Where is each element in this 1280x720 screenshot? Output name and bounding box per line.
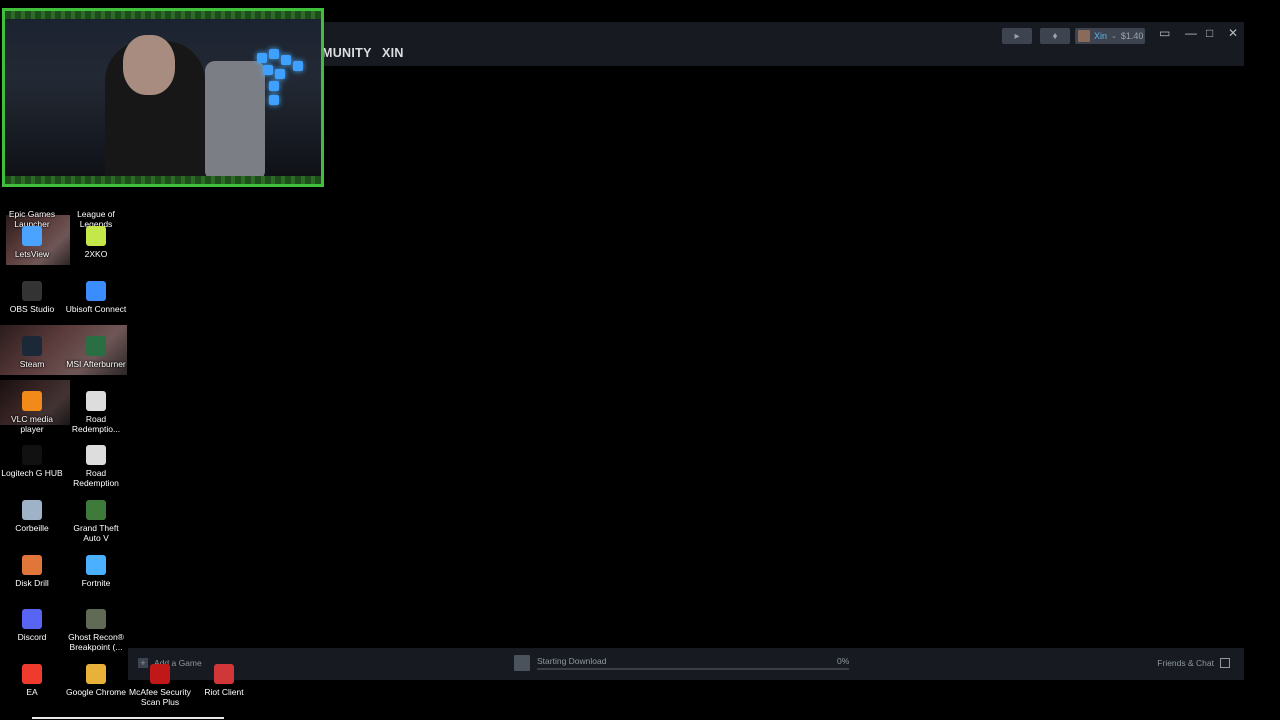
- recycle-bin-icon: [22, 500, 42, 520]
- desktop-icon-label: Ghost Recon® Breakpoint (...: [68, 632, 124, 652]
- mcafee-icon: [150, 664, 170, 684]
- ea-icon: [22, 664, 42, 684]
- hex-light: [275, 69, 285, 79]
- fortnite-icon: [86, 555, 106, 575]
- account-menu[interactable]: Xin ⌄ $1.40: [1075, 28, 1145, 44]
- desktop-icon-label: MSI Afterburner: [66, 359, 126, 369]
- desktop-icon-label: 2XKO: [84, 249, 108, 259]
- notifications-button[interactable]: ♦: [1040, 28, 1070, 44]
- desktop-icon-label: Road Redemption: [73, 468, 119, 488]
- desktop-icon-road-redemption[interactable]: Road Redemptio...: [64, 391, 128, 434]
- hex-light: [269, 95, 279, 105]
- webcam-frame-decoration: [5, 176, 321, 184]
- desktop-icon-label: OBS Studio: [9, 304, 55, 314]
- desktop-icon-label: Road Redemptio...: [71, 414, 121, 434]
- vlc-icon: [22, 391, 42, 411]
- chrome-icon: [86, 664, 106, 684]
- hex-light: [263, 65, 273, 75]
- desktop-icon-label: Logitech G HUB: [1, 468, 63, 478]
- desktop-icon-label: Discord: [17, 632, 47, 642]
- road-redemption-icon: [86, 391, 106, 411]
- desktop-icon-ea[interactable]: EA: [0, 664, 64, 697]
- download-game-thumb: [514, 655, 530, 671]
- nav-profile[interactable]: XIN: [382, 46, 404, 60]
- hex-light: [269, 81, 279, 91]
- desktop-icon-letsview[interactable]: LetsView: [0, 226, 64, 259]
- hex-light: [281, 55, 291, 65]
- minimize-button[interactable]: —: [1185, 26, 1197, 40]
- desktop-icon-gta[interactable]: Grand Theft Auto V: [64, 500, 128, 543]
- desktop-icon-label: Ubisoft Connect: [65, 304, 127, 314]
- desktop-icon-steam[interactable]: Steam: [0, 336, 64, 369]
- road-redemption-icon: [86, 445, 106, 465]
- maximize-button[interactable]: □: [1206, 26, 1213, 40]
- webcam-overlay: [2, 8, 324, 187]
- obs-icon: [22, 281, 42, 301]
- discord-icon: [22, 609, 42, 629]
- riot-icon: [214, 664, 234, 684]
- 2xko-icon: [86, 226, 106, 246]
- desktop-icon-label: Disk Drill: [15, 578, 49, 588]
- gta-icon: [86, 500, 106, 520]
- letsview-icon: [22, 226, 42, 246]
- ghost-recon-icon: [86, 609, 106, 629]
- chevron-down-icon: ⌄: [1111, 33, 1117, 40]
- desktop-icon-logitech[interactable]: Logitech G HUB: [0, 445, 64, 478]
- hex-light: [269, 49, 279, 59]
- download-status: Starting Download: [537, 656, 607, 666]
- username-label: Xin: [1094, 31, 1108, 41]
- webcam-frame-decoration: [5, 11, 321, 19]
- hex-light: [293, 61, 303, 71]
- desktop-icon-label: Steam: [19, 359, 45, 369]
- download-percent: 0%: [837, 656, 850, 666]
- friends-chat-button[interactable]: Friends & Chat: [1157, 658, 1230, 668]
- desktop-icon-obs[interactable]: OBS Studio: [0, 281, 64, 314]
- bell-icon: ♦: [1052, 30, 1058, 42]
- desktop-icon-riot[interactable]: Riot Client: [192, 664, 256, 697]
- desktop-icon-league[interactable]: League of Legends: [64, 186, 128, 229]
- ubisoft-icon: [86, 281, 106, 301]
- desktop-icon-label: Google Chrome: [65, 687, 126, 697]
- desktop-icon-label: Corbeille: [15, 523, 49, 533]
- msi-icon: [86, 336, 106, 356]
- steam-bottombar: + Add a Game Starting Download 0% Friend…: [128, 648, 1244, 680]
- taskbar-edge: [32, 717, 224, 719]
- desktop-icon-disk-drill[interactable]: Disk Drill: [0, 555, 64, 588]
- desktop-icon-msi[interactable]: MSI Afterburner: [64, 336, 128, 369]
- megaphone-icon: ▸: [1014, 30, 1020, 42]
- desktop-icon-label: VLC media player: [10, 414, 54, 434]
- avatar: [1078, 30, 1090, 42]
- desktop-icon-ghost-recon[interactable]: Ghost Recon® Breakpoint (...: [64, 609, 128, 652]
- desktop-icon-label: LetsView: [14, 249, 50, 259]
- close-button[interactable]: ✕: [1228, 26, 1238, 40]
- wallet-balance: $1.40: [1120, 31, 1144, 41]
- big-picture-icon[interactable]: ▭: [1159, 26, 1170, 40]
- desktop-icon-mcafee[interactable]: McAfee Security Scan Plus: [128, 664, 192, 707]
- download-progress-bar: [537, 668, 849, 670]
- desktop-icon-fortnite[interactable]: Fortnite: [64, 555, 128, 588]
- desktop-icon-road-redemption[interactable]: Road Redemption: [64, 445, 128, 488]
- chat-icon: [1220, 658, 1230, 668]
- hex-light: [257, 53, 267, 63]
- desktop-icon-2xko[interactable]: 2XKO: [64, 226, 128, 259]
- disk-drill-icon: [22, 555, 42, 575]
- desktop-icon-discord[interactable]: Discord: [0, 609, 64, 642]
- friends-chat-label: Friends & Chat: [1157, 658, 1214, 668]
- streamer-head: [123, 35, 175, 95]
- desktop-icon-chrome[interactable]: Google Chrome: [64, 664, 128, 697]
- nav-community[interactable]: MUNITY: [322, 46, 372, 60]
- steam-icon: [22, 336, 42, 356]
- desktop-icon-label: Riot Client: [204, 687, 244, 697]
- desktop-icon-recycle-bin[interactable]: Corbeille: [0, 500, 64, 533]
- desktop-icon-vlc[interactable]: VLC media player: [0, 391, 64, 434]
- desktop-icon-label: Grand Theft Auto V: [73, 523, 119, 543]
- desktop-icon-label: EA: [26, 687, 38, 697]
- announcements-button[interactable]: ▸: [1002, 28, 1032, 44]
- desktop-icon-epic-games[interactable]: Epic Games Launcher: [0, 186, 64, 229]
- gaming-chair: [205, 61, 265, 181]
- desktop-icon-label: McAfee Security Scan Plus: [129, 687, 191, 707]
- logitech-icon: [22, 445, 42, 465]
- desktop-icon-label: Fortnite: [81, 578, 111, 588]
- desktop-icon-ubisoft[interactable]: Ubisoft Connect: [64, 281, 128, 314]
